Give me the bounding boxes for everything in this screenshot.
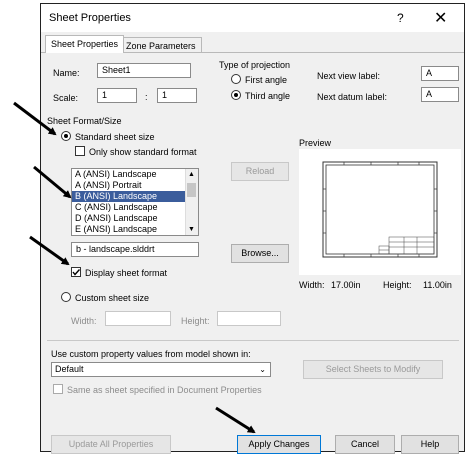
annotation-arrows: [13, 101, 256, 434]
arrow-standard-size: [13, 101, 57, 136]
arrow-sheet-size: [33, 165, 72, 199]
arrow-display-format: [29, 235, 70, 266]
arrow-apply-changes: [215, 406, 256, 434]
tab-sheet-properties[interactable]: Sheet Properties: [45, 35, 125, 53]
